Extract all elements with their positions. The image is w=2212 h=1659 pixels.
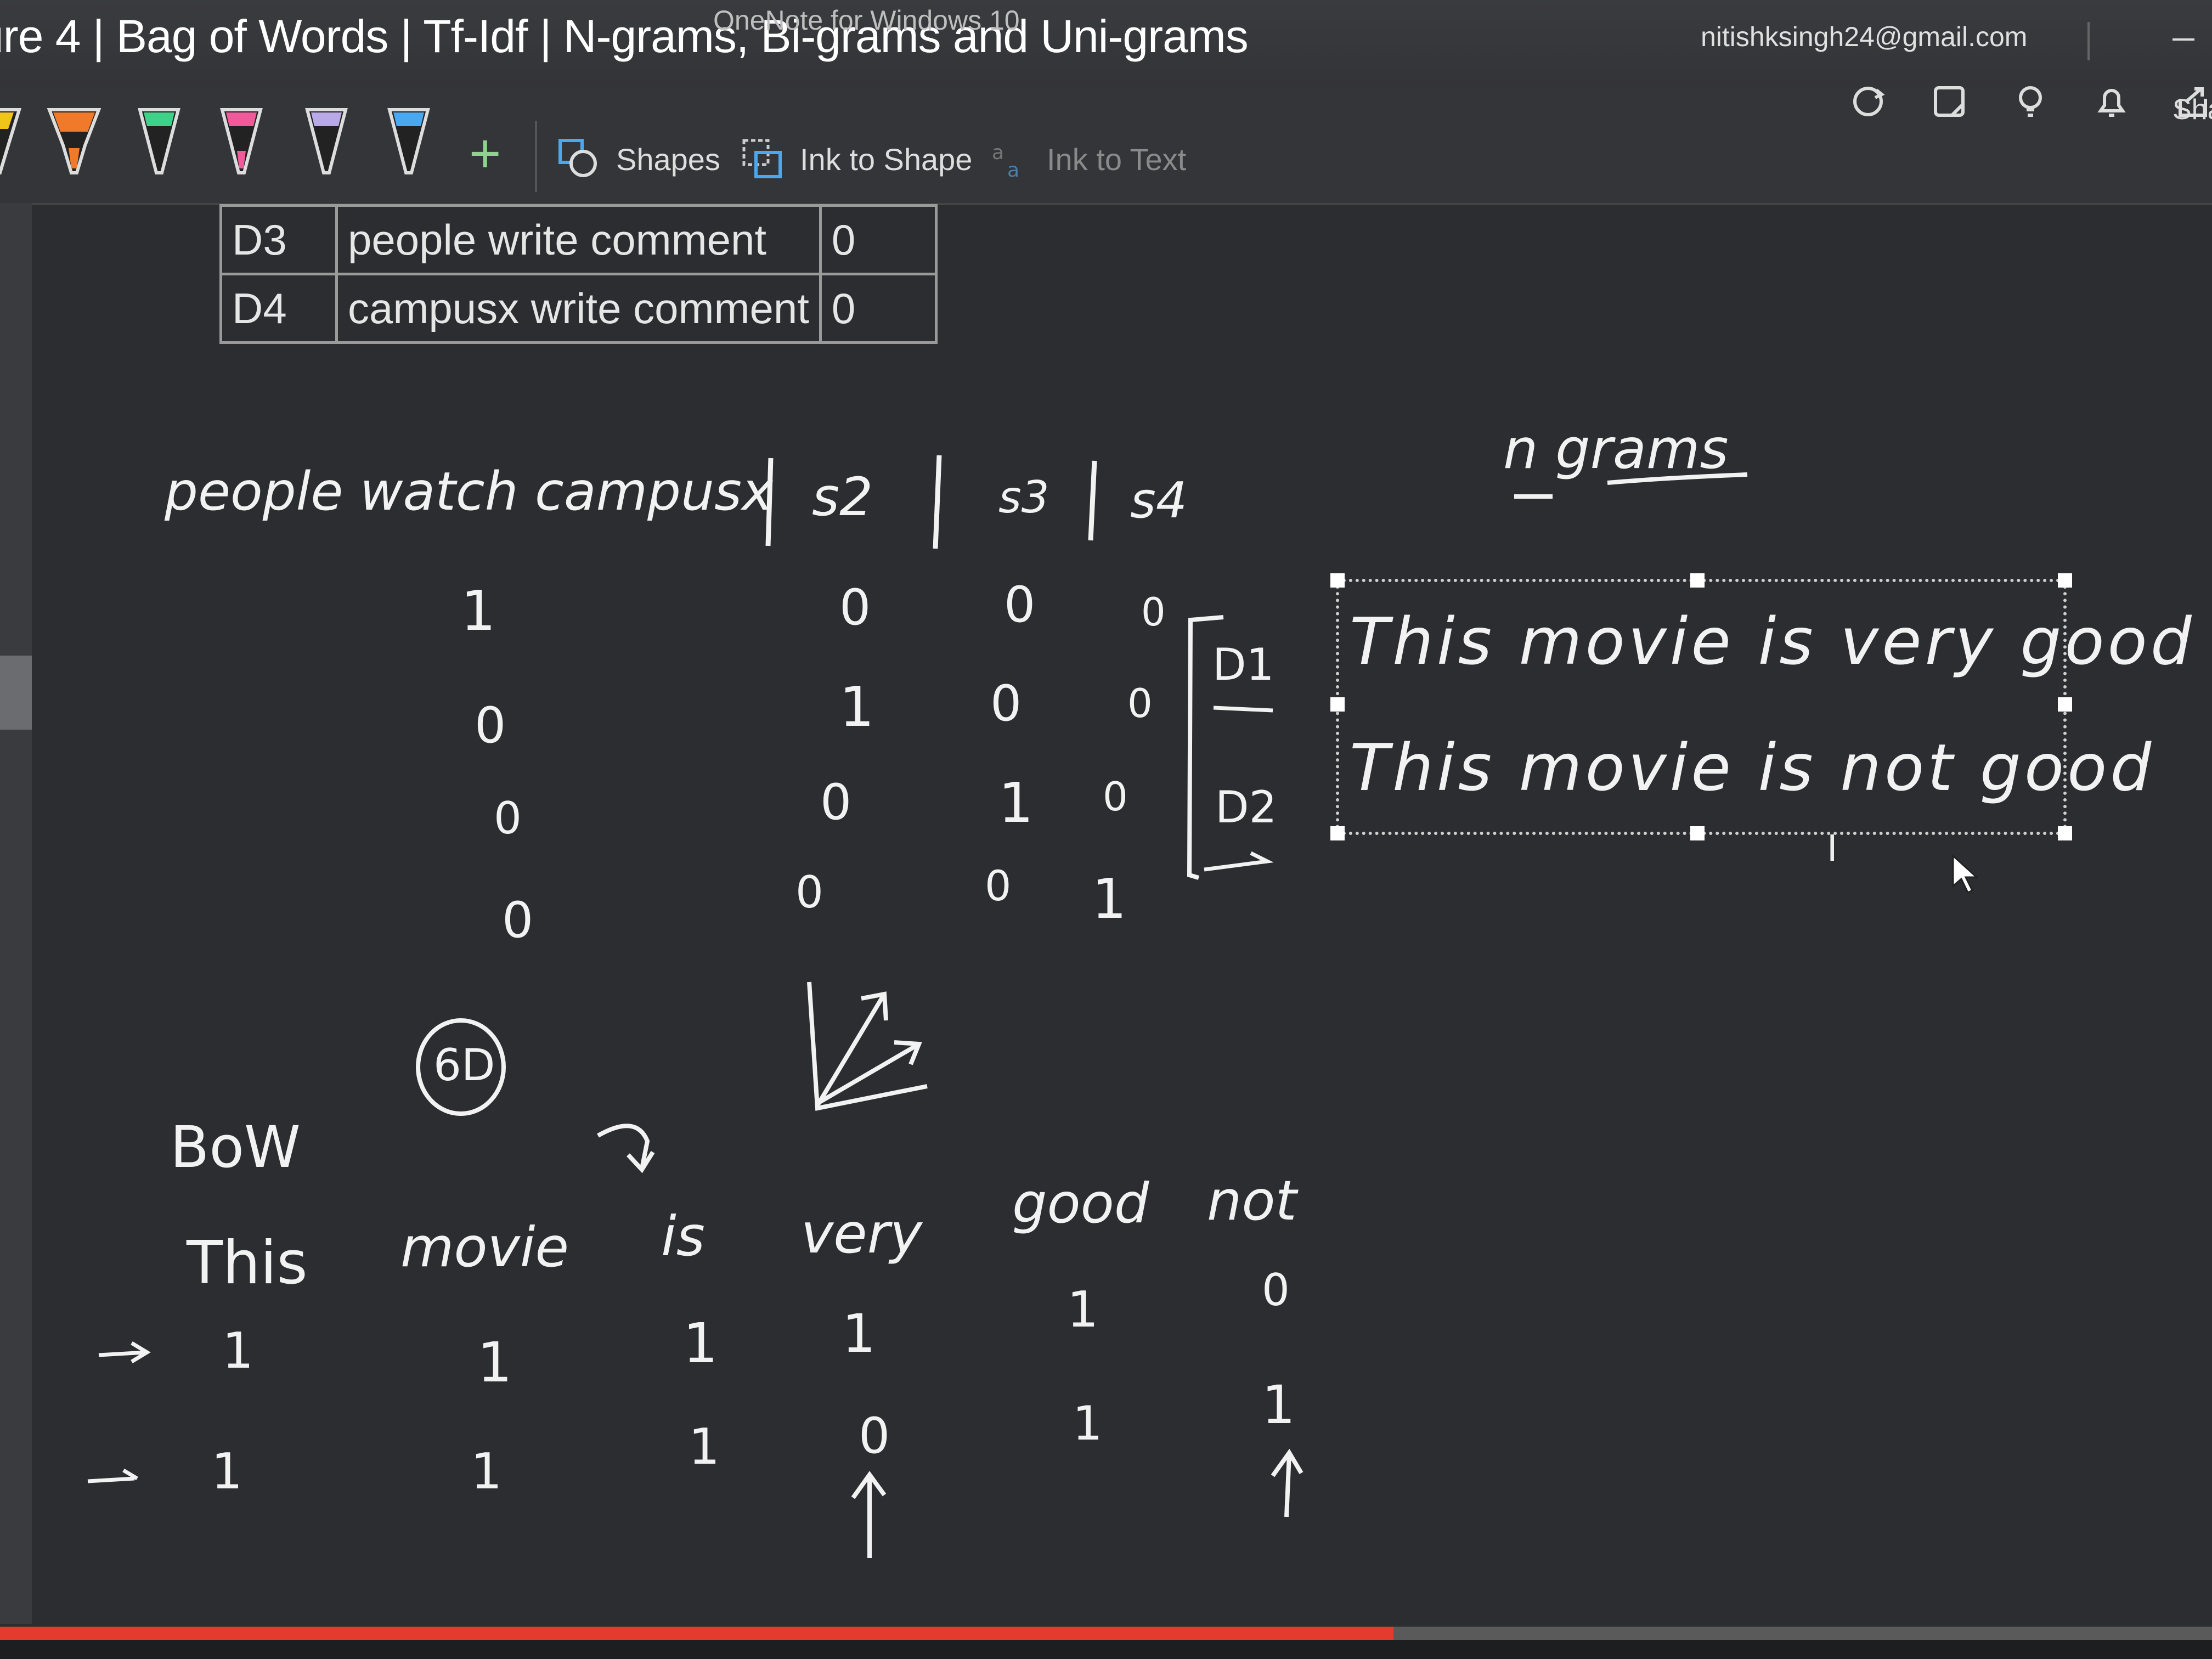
doc-label-d2: D2: [1215, 782, 1277, 833]
sentence-d2: This movie is not good: [1350, 730, 2155, 805]
bow-row2-cell: 0: [859, 1407, 890, 1465]
ink-to-text-button[interactable]: aa Ink to Text: [988, 137, 1187, 182]
table-row: D4 campusx write comment 0: [219, 273, 938, 344]
mouse-pointer-icon: [1952, 854, 1979, 894]
bow-row1-cell: 1: [222, 1322, 254, 1380]
shapes-icon: [557, 137, 601, 181]
doc-text-cell[interactable]: campusx write comment: [335, 273, 822, 344]
bow-vocab-word: very: [801, 1201, 922, 1266]
ink-to-text-label: Ink to Text: [1047, 142, 1187, 177]
shapes-label: Shapes: [616, 142, 720, 177]
shapes-button[interactable]: Shapes: [557, 137, 720, 181]
resize-handle[interactable]: [1330, 697, 1345, 712]
lightbulb-icon[interactable]: [2011, 82, 2050, 121]
yellow-pen-icon[interactable]: [0, 107, 27, 178]
svg-text:a: a: [992, 142, 1004, 164]
resize-handle[interactable]: [2058, 826, 2072, 840]
bow-row2-cell: 1: [471, 1443, 503, 1500]
matrix-cell: 0: [494, 793, 522, 844]
doc-value-cell[interactable]: 0: [819, 273, 938, 344]
green-pen-icon[interactable]: [129, 107, 189, 178]
matrix-cell: 1: [998, 771, 1034, 835]
bow-row2-cell: 1: [211, 1443, 243, 1500]
account-email[interactable]: nitishksingh24@gmail.com: [1701, 21, 2027, 53]
notebook-icon[interactable]: [1930, 82, 1968, 121]
matrix-cell: 0: [1103, 774, 1128, 820]
ink-to-shape-icon: [741, 137, 785, 181]
column-s4: s4: [1130, 472, 1188, 529]
bow-row2-cell: 1: [689, 1418, 720, 1476]
app-name: OneNote for Windows 10: [713, 5, 1020, 36]
bow-vocab-word: This: [187, 1229, 308, 1297]
ink-to-shape-button[interactable]: Ink to Shape: [741, 137, 972, 181]
bow-row1-cell: 1: [842, 1303, 876, 1364]
bow-row2-cell: 1: [1262, 1374, 1296, 1436]
matrix-cell: 1: [1092, 867, 1127, 931]
orange-highlighter-icon[interactable]: [44, 107, 104, 178]
bow-row2-cell: 1: [1073, 1396, 1103, 1451]
lavender-pen-icon[interactable]: [296, 107, 357, 178]
column-s3: s3: [998, 472, 1049, 523]
matrix-cell: 0: [820, 774, 852, 831]
text-cursor-icon: I: [1827, 826, 1838, 869]
sentence-d1: This movie is very good: [1350, 603, 2195, 679]
ink-to-text-icon: aa: [988, 137, 1031, 182]
video-title: ure 4 | Bag of Words | Tf-Idf | N-grams,…: [0, 10, 1249, 62]
ngrams-heading: n grams: [1503, 417, 1729, 481]
doc-value-cell[interactable]: 0: [819, 204, 938, 275]
doc-label-d1: D1: [1212, 639, 1274, 690]
matrix-cell: 1: [461, 579, 496, 643]
video-progress-fill[interactable]: [0, 1627, 1394, 1640]
pink-pen-icon[interactable]: [211, 107, 272, 178]
documents-table: D3 people write comment 0 D4 campusx wri…: [219, 204, 938, 344]
doc-text-cell[interactable]: people write comment: [335, 204, 822, 275]
bow-vocab-word: movie: [400, 1215, 569, 1279]
ink-to-shape-label: Ink to Shape: [800, 142, 973, 177]
minimize-button[interactable]: [2172, 38, 2194, 41]
matrix-cell: 0: [990, 675, 1022, 732]
matrix-cell: 0: [1004, 576, 1036, 634]
left-navigation-dock: [0, 203, 32, 1624]
sync-icon[interactable]: [1849, 82, 1887, 121]
ribbon-divider: [535, 121, 537, 192]
matrix-cell: 1: [839, 675, 874, 739]
bow-row1-cell: 1: [477, 1330, 512, 1395]
bow-vocab-word: is: [661, 1204, 705, 1268]
resize-handle[interactable]: [1330, 573, 1345, 588]
matrix-cell: 0: [839, 579, 871, 636]
bow-vocab-word: not: [1207, 1169, 1297, 1233]
bow-label: BoW: [170, 1114, 301, 1181]
svg-text:a: a: [1007, 159, 1019, 181]
matrix-cell: 0: [1127, 680, 1153, 726]
add-pen-button[interactable]: +: [469, 126, 501, 181]
bow-vocab-word: good: [1012, 1171, 1149, 1235]
title-bar: ure 4 | Bag of Words | Tf-Idf | N-grams,…: [0, 0, 2212, 88]
matrix-cell: 0: [502, 891, 534, 949]
bow-row1-cell: 1: [683, 1311, 718, 1375]
circled-dimension: 6D: [433, 1040, 495, 1091]
bow-row1-cell: 0: [1262, 1265, 1290, 1316]
resize-handle[interactable]: [2058, 573, 2072, 588]
bell-icon[interactable]: [2092, 82, 2131, 121]
resize-handle[interactable]: [1690, 826, 1705, 840]
matrix-cell: 0: [475, 697, 506, 754]
matrix-cell: 0: [985, 861, 1012, 910]
resize-handle[interactable]: [1690, 573, 1705, 588]
title-divider: [2087, 22, 2090, 60]
doc-id-cell[interactable]: D4: [219, 273, 338, 344]
column-s2: s2: [812, 466, 873, 528]
resize-handle[interactable]: [1330, 826, 1345, 840]
player-controls-strip: [0, 1640, 2212, 1659]
bow-row1-cell: 1: [1067, 1281, 1099, 1339]
doc-id-cell[interactable]: D3: [219, 204, 338, 275]
matrix-cell: 0: [795, 867, 823, 918]
blue-pen-icon[interactable]: [379, 107, 439, 178]
vocab-header: people watch campusx: [165, 461, 773, 522]
window-tools: [1849, 82, 2212, 121]
matrix-cell: 0: [1141, 590, 1166, 635]
section-tab[interactable]: [0, 656, 32, 730]
share-button[interactable]: Sha: [2172, 93, 2212, 126]
table-row: D3 people write comment 0: [219, 204, 938, 275]
resize-handle[interactable]: [2058, 697, 2072, 712]
